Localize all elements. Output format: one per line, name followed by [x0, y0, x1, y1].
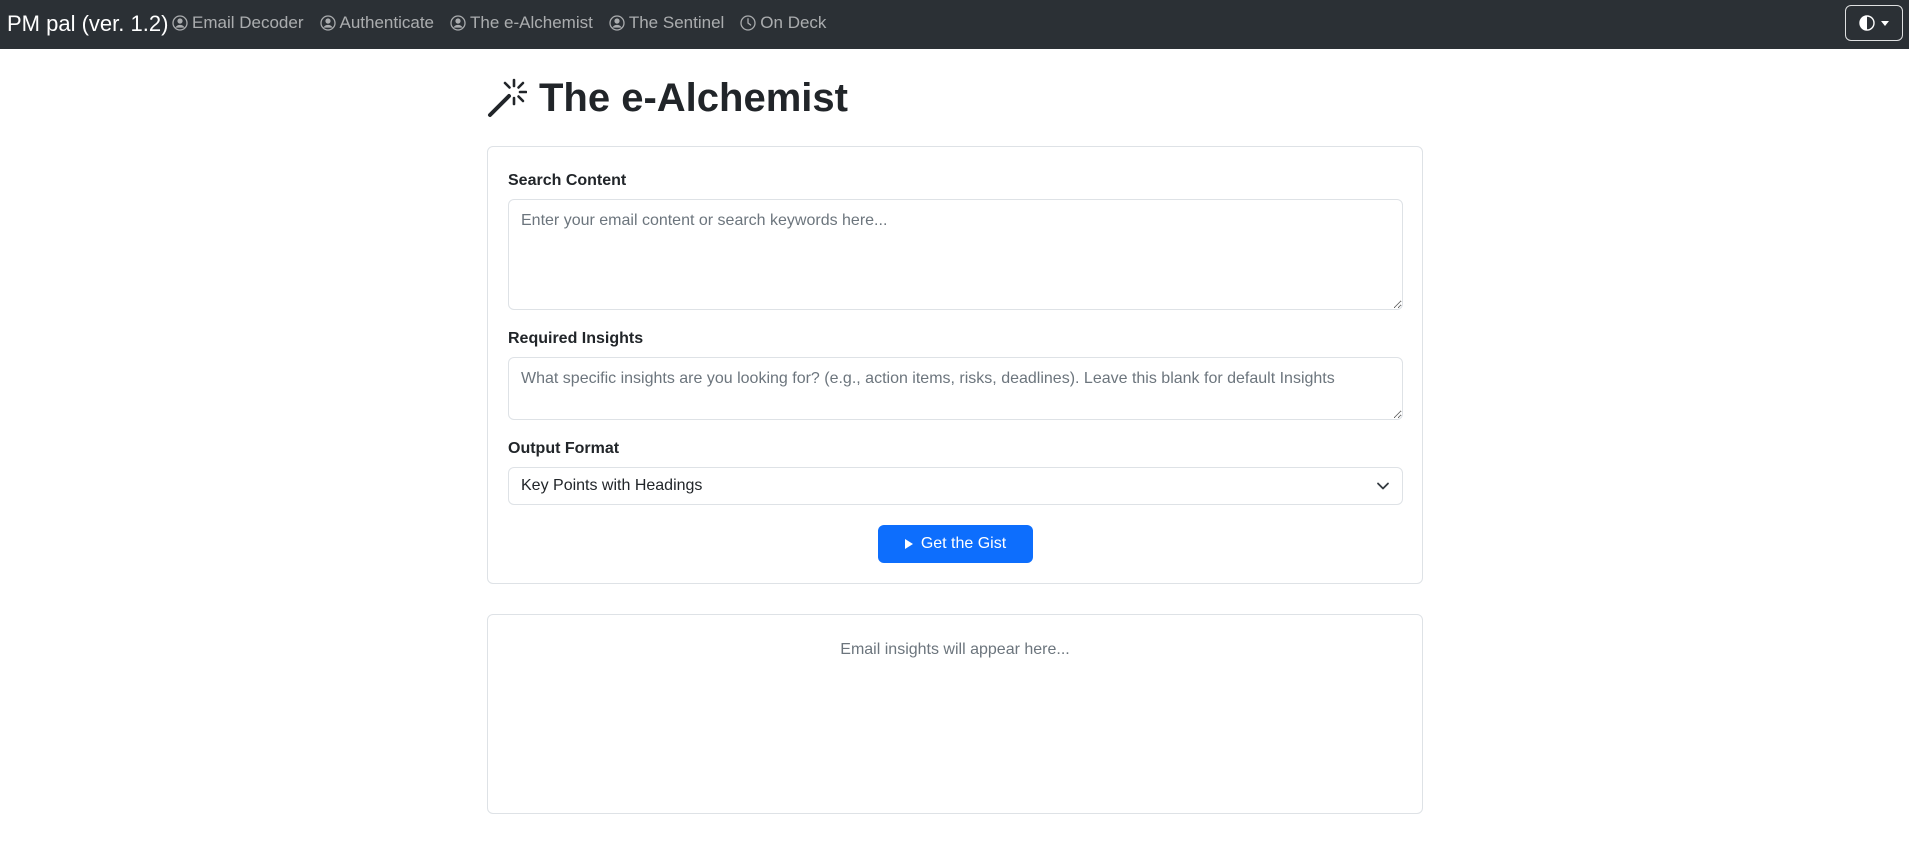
- get-the-gist-button[interactable]: Get the Gist: [878, 525, 1033, 563]
- person-circle-icon: [450, 15, 466, 31]
- person-circle-icon: [172, 15, 188, 31]
- chevron-down-icon: [1377, 482, 1389, 490]
- search-content-label: Search Content: [508, 172, 627, 189]
- contrast-icon: [1859, 15, 1875, 31]
- insights-output-card: Email insights will appear here...: [487, 614, 1423, 814]
- nav-link-on-deck[interactable]: On Deck: [740, 12, 826, 34]
- insights-placeholder-text: Email insights will appear here...: [840, 641, 1070, 658]
- nav-link-label: Authenticate: [339, 13, 435, 32]
- search-content-textarea[interactable]: [508, 199, 1403, 310]
- nav-link-email-decoder[interactable]: Email Decoder: [172, 12, 304, 34]
- output-format-selected: Key Points with Headings: [521, 477, 703, 494]
- page-title: The e-Alchemist: [487, 73, 848, 123]
- query-form-card: Search Content Required Insights Output …: [487, 146, 1423, 584]
- required-insights-textarea[interactable]: [508, 357, 1403, 420]
- nav-link-sentinel[interactable]: The Sentinel: [609, 12, 724, 34]
- nav-link-label: On Deck: [760, 13, 827, 32]
- nav-links: Email Decoder Authenticate The e-Alchemi…: [172, 12, 842, 34]
- nav-link-e-alchemist[interactable]: The e-Alchemist: [450, 12, 593, 34]
- nav-link-label: The Sentinel: [628, 13, 725, 32]
- output-format-select[interactable]: Key Points with Headings: [508, 467, 1403, 505]
- person-circle-icon: [609, 15, 625, 31]
- get-the-gist-label: Get the Gist: [920, 535, 1007, 552]
- app-brand[interactable]: PM pal (ver. 1.2): [7, 11, 168, 37]
- clock-icon: [740, 15, 756, 31]
- magic-wand-icon: [488, 78, 527, 117]
- nav-link-authenticate[interactable]: Authenticate: [319, 12, 435, 34]
- theme-toggle-button[interactable]: [1845, 5, 1903, 41]
- page-title-text: The e-Alchemist: [539, 76, 848, 120]
- nav-link-label: The e-Alchemist: [470, 13, 593, 32]
- person-circle-icon: [319, 15, 336, 31]
- top-navbar: PM pal (ver. 1.2) Email Decoder Authenti…: [0, 0, 1909, 49]
- output-format-label: Output Format: [508, 440, 620, 457]
- nav-link-label: Email Decoder: [192, 13, 304, 32]
- play-icon: [904, 539, 913, 549]
- required-insights-label: Required Insights: [508, 330, 644, 347]
- chevron-down-icon: [1881, 20, 1889, 26]
